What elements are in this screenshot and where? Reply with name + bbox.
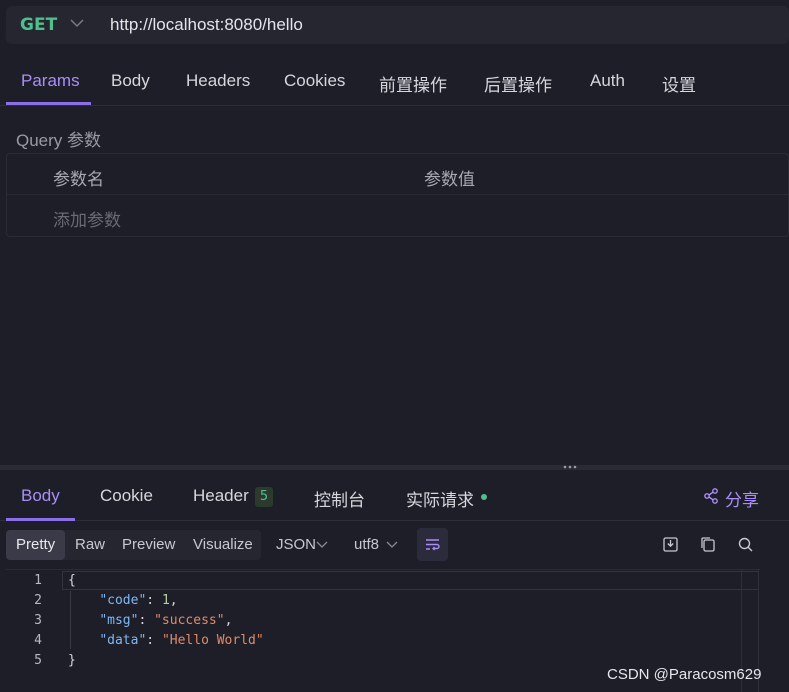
view-mode-group: Pretty Raw Preview Visualize: [6, 530, 261, 560]
brace-open: {: [68, 573, 76, 588]
column-header-name: 参数名: [53, 170, 104, 190]
json-key: "data": [99, 633, 147, 648]
tab-params[interactable]: Params: [21, 71, 80, 91]
tab-pre-script[interactable]: 前置操作: [379, 71, 447, 96]
response-tab-body[interactable]: Body: [21, 486, 60, 506]
watermark: CSDN @Paracosm629: [607, 666, 762, 683]
line-number: 5: [34, 653, 42, 668]
url-input[interactable]: http://localhost:8080/hello: [110, 15, 303, 35]
view-preview-button[interactable]: Preview: [122, 536, 175, 553]
active-tab-indicator: [6, 102, 91, 105]
tab-auth[interactable]: Auth: [590, 71, 625, 91]
column-header-value: 参数值: [424, 170, 475, 190]
share-button[interactable]: 分享: [725, 486, 759, 511]
header-count-badge: 5: [255, 487, 273, 507]
tab-post-script[interactable]: 后置操作: [484, 71, 552, 96]
response-tab-console[interactable]: 控制台: [314, 486, 365, 511]
share-icon[interactable]: [703, 488, 719, 504]
response-active-tab-indicator: [6, 518, 75, 521]
response-tabs: Body Cookie Header 控制台 实际请求: [0, 470, 789, 521]
chevron-down-icon[interactable]: [316, 538, 328, 550]
params-table-header: 参数名 参数值: [7, 154, 788, 195]
response-tab-cookie[interactable]: Cookie: [100, 486, 153, 506]
request-tabs: Params Body Headers Cookies 前置操作 后置操作 Au…: [0, 58, 789, 106]
params-table: 参数名 参数值 添加参数: [6, 153, 789, 237]
line-number: 1: [34, 573, 42, 588]
chevron-down-icon[interactable]: [68, 13, 86, 33]
wrap-icon: [426, 539, 440, 551]
line-number: 3: [34, 613, 42, 628]
code-line: "data": "Hello World": [99, 633, 264, 648]
add-param-input[interactable]: 添加参数: [53, 206, 121, 231]
json-number: 1: [161, 593, 170, 608]
copy-icon[interactable]: [699, 536, 716, 553]
url-bar: GET http://localhost:8080/hello: [6, 6, 789, 44]
current-line-highlight: [62, 571, 759, 590]
code-line: "code": 1,: [99, 593, 178, 608]
view-raw-button[interactable]: Raw: [75, 536, 105, 553]
code-line: }: [68, 653, 76, 668]
json-string: "Hello World": [161, 633, 264, 648]
format-select[interactable]: JSON: [276, 536, 316, 553]
json-key: "code": [99, 593, 147, 608]
view-pretty-button[interactable]: Pretty: [16, 536, 55, 553]
code-line: "msg": "success",: [99, 613, 233, 628]
line-number: 2: [34, 593, 42, 608]
chevron-down-icon[interactable]: [386, 538, 398, 550]
view-visualize-button[interactable]: Visualize: [193, 536, 253, 553]
response-tab-header[interactable]: Header: [193, 486, 249, 506]
json-string: "success": [154, 613, 225, 628]
tab-settings[interactable]: 设置: [662, 71, 696, 96]
status-dot: [481, 494, 487, 500]
query-params-label: Query 参数: [16, 131, 102, 150]
code-line: {: [68, 573, 76, 588]
download-icon[interactable]: [662, 536, 679, 553]
wrap-lines-button[interactable]: [417, 528, 448, 561]
encoding-select[interactable]: utf8: [354, 536, 379, 553]
response-tab-actual-request[interactable]: 实际请求: [406, 486, 474, 511]
line-number: 4: [34, 633, 42, 648]
brace-close: }: [68, 653, 76, 668]
tab-cookies[interactable]: Cookies: [284, 71, 345, 91]
search-icon[interactable]: [737, 536, 754, 553]
json-key: "msg": [99, 613, 139, 628]
tab-headers[interactable]: Headers: [186, 71, 250, 91]
method-select[interactable]: GET: [20, 15, 57, 35]
tab-body[interactable]: Body: [111, 71, 150, 91]
